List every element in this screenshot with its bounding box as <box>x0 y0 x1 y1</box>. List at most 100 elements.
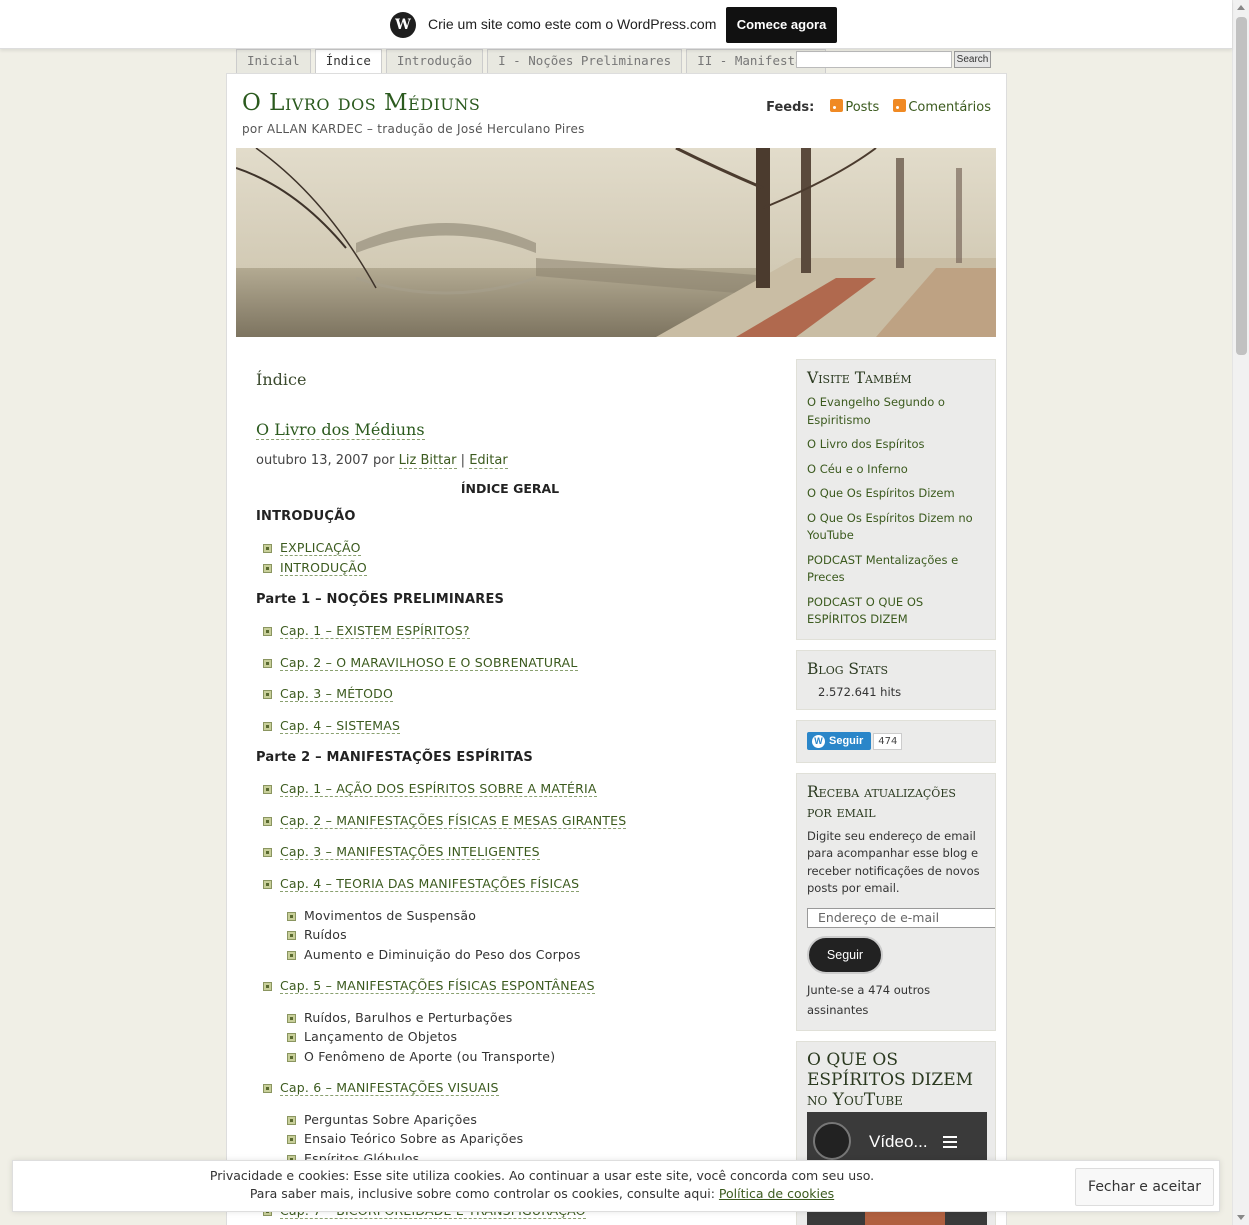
bullet-icon <box>287 1053 296 1062</box>
bullet-icon <box>287 1014 296 1023</box>
sidebar-link[interactable]: O Livro dos Espíritos <box>807 436 985 454</box>
subtopic: Perguntas Sobre Aparições <box>304 1112 478 1127</box>
list-item: Cap. 3 – MANIFESTAÇÕES INTELIGENTES <box>263 844 540 860</box>
bullet-icon <box>287 1116 296 1125</box>
subtopic: O Fenômeno de Aporte (ou Transporte) <box>304 1049 556 1064</box>
subtopic: Ruídos <box>304 927 347 942</box>
search-input[interactable] <box>796 51 952 68</box>
subscribe-button[interactable]: Seguir <box>807 935 883 974</box>
bullet-icon <box>263 1084 272 1093</box>
cookie-policy-link[interactable]: Política de cookies <box>719 1186 834 1201</box>
post-title[interactable]: O Livro dos Médiuns <box>256 420 425 440</box>
author-link[interactable]: Liz Bittar <box>398 453 457 469</box>
chapter-link[interactable]: Cap. 3 – MÉTODO <box>280 686 394 702</box>
feeds-label: Feeds: <box>766 99 815 115</box>
feed-comments-link[interactable]: Comentários <box>893 99 991 115</box>
follow-button[interactable]: Seguir <box>807 731 872 750</box>
chapter-link[interactable]: Cap. 2 – O MARAVILHOSO E O SOBRENATURAL <box>280 655 578 671</box>
chapter-link[interactable]: INTRODUÇÃO <box>280 560 367 576</box>
email-field[interactable]: Endereço de e-mail <box>807 907 995 928</box>
chapter-link[interactable]: Cap. 1 – AÇÃO DOS ESPÍRITOS SOBRE A MATÉ… <box>280 781 597 797</box>
channel-avatar <box>813 1121 851 1160</box>
youtube-title-caps: O QUE OS ESPÍRITOS DIZEM <box>807 1049 974 1090</box>
list-item: Perguntas Sobre Aparições <box>287 1112 478 1127</box>
list-item: Ruídos, Barulhos e Perturbações <box>287 1010 513 1025</box>
part2-heading: Parte 2 – MANIFESTAÇÕES ESPÍRITAS <box>256 750 533 765</box>
feed-posts-link[interactable]: Posts <box>830 99 879 115</box>
indice-geral-heading: ÍNDICE GERAL <box>460 481 560 496</box>
subtopic: Ruídos, Barulhos e Perturbações <box>304 1010 513 1025</box>
list-item: Cap. 1 – EXISTEM ESPÍRITOS? <box>263 623 470 639</box>
chapter-link[interactable]: EXPLICAÇÃO <box>280 540 361 556</box>
list-item: Ruídos <box>287 927 347 942</box>
bullet-icon <box>263 627 272 636</box>
wordpress-bar: Crie um site como este com o WordPress.c… <box>0 0 1232 49</box>
chapter-link[interactable]: Cap. 3 – MANIFESTAÇÕES INTELIGENTES <box>280 844 540 860</box>
cookie-line2: Para saber mais, inclusive sobre como co… <box>249 1186 715 1201</box>
tab-nocoes-preliminares[interactable]: I - Noções Preliminares <box>487 49 683 73</box>
follow-widget: Seguir474 <box>796 719 996 763</box>
cookie-line2-wrap: Para saber mais, inclusive sobre como co… <box>13 1185 1071 1203</box>
scrollbar[interactable] <box>1232 0 1249 1225</box>
bullet-icon <box>263 848 272 857</box>
bullet-icon <box>263 785 272 794</box>
subscribers-text: Junte-se a 474 outros assinantes <box>807 982 931 1017</box>
sidebar-link[interactable]: PODCAST O QUE OS ESPÍRITOS DIZEM <box>807 594 985 629</box>
sidebar-link[interactable]: O Que Os Espíritos Dizem no YouTube <box>807 510 985 545</box>
site-title[interactable]: O Livro dos Médiuns <box>242 90 480 116</box>
list-item: Ensaio Teórico Sobre as Aparições <box>287 1131 524 1146</box>
feeds: Feeds: Posts Comentários <box>766 99 991 115</box>
edit-link[interactable]: Editar <box>469 453 508 469</box>
list-item: O Fenômeno de Aporte (ou Transporte) <box>287 1049 556 1064</box>
bullet-icon <box>263 880 272 889</box>
nav-tabs: Inicial Índice Introdução I - Noções Pre… <box>236 49 830 73</box>
cookie-line1: Privacidade e cookies: Esse site utiliza… <box>209 1168 875 1183</box>
cookie-text: Privacidade e cookies: Esse site utiliza… <box>13 1167 1071 1203</box>
stats-title: Blog Stats <box>807 659 888 678</box>
youtube-title: O QUE OS ESPÍRITOS DIZEM no YouTube <box>807 1050 985 1110</box>
list-item: Cap. 6 – MANIFESTAÇÕES VISUAIS <box>263 1080 499 1096</box>
bullet-icon <box>263 817 272 826</box>
bullet-icon <box>287 912 296 921</box>
playlist-icon[interactable] <box>943 1135 957 1148</box>
sidebar-link[interactable]: PODCAST Mentalizações e Preces <box>807 552 985 587</box>
sidebar-link[interactable]: O Evangelho Segundo o Espiritismo <box>807 394 985 429</box>
cookie-banner: Privacidade e cookies: Esse site utiliza… <box>12 1160 1220 1212</box>
chapter-link[interactable]: Cap. 5 – MANIFESTAÇÕES FÍSICAS ESPONTÂNE… <box>280 978 595 994</box>
wordpress-logo-icon[interactable] <box>390 12 416 38</box>
email-description: Digite seu endereço de email para acompa… <box>807 828 980 896</box>
tab-indice[interactable]: Índice <box>314 49 382 73</box>
tab-inicial[interactable]: Inicial <box>236 49 311 73</box>
subtopic: Lançamento de Objetos <box>304 1029 458 1044</box>
scroll-up-icon[interactable] <box>1237 5 1245 10</box>
start-now-button[interactable]: Comece agora <box>726 7 837 43</box>
list-item: Cap. 3 – MÉTODO <box>263 686 394 702</box>
chapter-link[interactable]: Cap. 6 – MANIFESTAÇÕES VISUAIS <box>280 1080 499 1096</box>
bullet-icon <box>263 982 272 991</box>
subtopic: Ensaio Teórico Sobre as Aparições <box>304 1131 524 1146</box>
bullet-icon <box>263 564 272 573</box>
list-item: Cap. 5 – MANIFESTAÇÕES FÍSICAS ESPONTÂNE… <box>263 978 595 994</box>
bullet-icon <box>263 544 272 553</box>
post-content: Índice O Livro dos Médiuns outubro 13, 2… <box>256 370 764 1219</box>
list-item: Cap. 4 – SISTEMAS <box>263 718 401 734</box>
scroll-down-icon[interactable] <box>1237 1215 1245 1220</box>
chapter-link[interactable]: Cap. 4 – SISTEMAS <box>280 718 401 734</box>
site-description: por ALLAN KARDEC – tradução de José Herc… <box>242 122 585 136</box>
post-date: outubro 13, 2007 <box>256 453 369 468</box>
stats-widget: Blog Stats 2.572.641 hits <box>796 649 996 710</box>
chapter-link[interactable]: Cap. 1 – EXISTEM ESPÍRITOS? <box>280 623 470 639</box>
chapter-link[interactable]: Cap. 2 – MANIFESTAÇÕES FÍSICAS E MESAS G… <box>280 813 627 829</box>
bullet-icon <box>287 931 296 940</box>
sidebar-link[interactable]: O Que Os Espíritos Dizem <box>807 485 985 503</box>
youtube-title-rest: no YouTube <box>807 1089 903 1110</box>
sidebar-link[interactable]: O Céu e o Inferno <box>807 461 985 479</box>
list-item: Aumento e Diminuição do Peso dos Corpos <box>287 947 581 962</box>
scrollbar-thumb[interactable] <box>1236 17 1247 355</box>
sidebar: Visite Também O Evangelho Segundo o Espi… <box>796 359 996 1225</box>
chapter-link[interactable]: Cap. 4 – TEORIA DAS MANIFESTAÇÕES FÍSICA… <box>280 876 580 892</box>
close-accept-button[interactable]: Fechar e aceitar <box>1075 1168 1214 1206</box>
search-button[interactable]: Search <box>954 51 991 68</box>
list-item: Cap. 2 – MANIFESTAÇÕES FÍSICAS E MESAS G… <box>263 813 627 829</box>
tab-introducao[interactable]: Introdução <box>385 49 484 73</box>
